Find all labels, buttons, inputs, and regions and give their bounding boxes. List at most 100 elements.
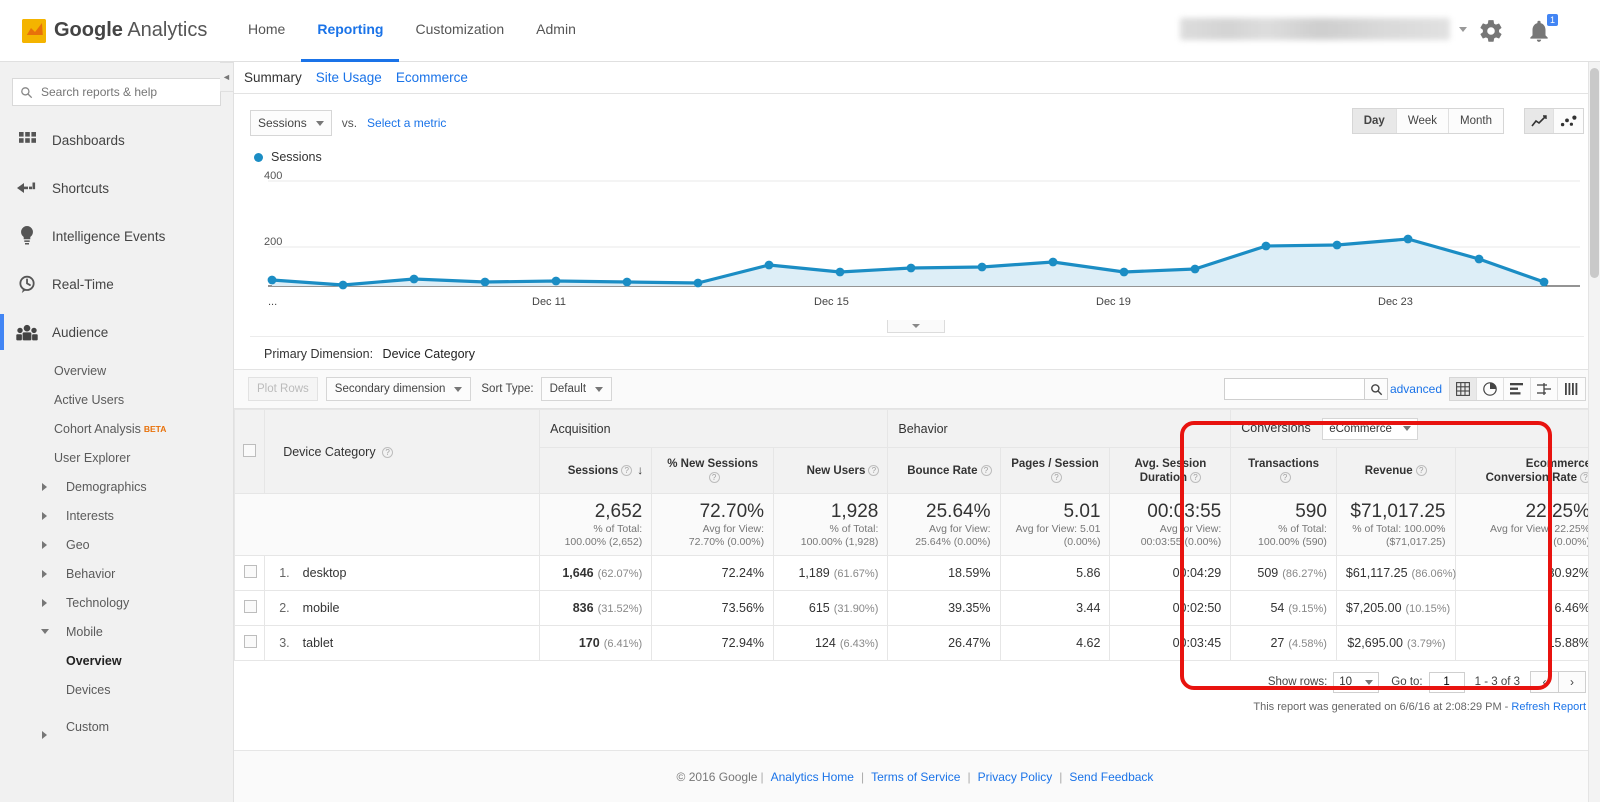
sidebar-item-interests[interactable]: Interests — [0, 501, 233, 530]
line-chart-icon[interactable] — [1525, 109, 1554, 133]
chevron-right-icon — [42, 731, 47, 739]
sidebar-item-technology[interactable]: Technology — [0, 588, 233, 617]
cell-ecommerce-rate: 6.46% — [1454, 590, 1600, 626]
row-dimension-value[interactable]: tablet — [303, 636, 334, 650]
granularity-week[interactable]: Week — [1396, 109, 1450, 133]
column-header-new-sessions[interactable]: % New Sessions? — [651, 447, 775, 494]
pivot-view-icon[interactable] — [1558, 378, 1585, 400]
topnav-customization[interactable]: Customization — [399, 0, 520, 62]
help-icon[interactable]: ? — [708, 471, 720, 483]
primary-dimension-value[interactable]: Device Category — [383, 347, 475, 361]
brand-logo[interactable]: Google Analytics — [22, 18, 214, 43]
row-dimension-value[interactable]: mobile — [303, 601, 340, 615]
column-header-pages-session[interactable]: Pages / Session? — [999, 447, 1111, 494]
sidebar-item-shortcuts[interactable]: Shortcuts — [0, 164, 233, 212]
footer-link-analytics-home[interactable]: Analytics Home — [771, 770, 854, 784]
column-header-ecommerce-conversion-rate[interactable]: Ecommerce Conversion Rate? — [1454, 447, 1600, 494]
chevron-down-icon — [454, 386, 463, 392]
help-icon[interactable]: ? — [980, 464, 992, 476]
table-row[interactable]: 1. desktop 1,646 (62.07%) 72.24% 1,189 (61… — [234, 555, 1600, 591]
gear-icon[interactable] — [1478, 18, 1504, 44]
tab-site-usage[interactable]: Site Usage — [316, 70, 382, 85]
column-header-revenue[interactable]: Revenue? — [1335, 447, 1456, 494]
column-header-transactions[interactable]: Transactions? — [1230, 447, 1337, 494]
help-icon[interactable]: ? — [1415, 464, 1427, 476]
sidebar-item-mobile-overview[interactable]: Overview — [0, 646, 233, 675]
sidebar-item-mobile-devices[interactable]: Devices — [0, 675, 233, 704]
prev-page-button[interactable]: ‹ — [1530, 671, 1558, 693]
footer-link-terms-of-service[interactable]: Terms of Service — [871, 770, 960, 784]
scatter-chart-icon[interactable] — [1554, 109, 1583, 133]
sidebar-item-dashboards[interactable]: Dashboards — [0, 116, 233, 164]
sidebar-item-real-time[interactable]: Real-Time — [0, 260, 233, 308]
row-checkbox[interactable] — [244, 565, 257, 578]
summary-cell-pages-session: 5.01 Avg for View: 5.01 (0.00%) — [999, 493, 1111, 556]
sidebar-item-overview[interactable]: Overview — [0, 356, 233, 385]
conversions-type-select[interactable]: eCommerce — [1322, 417, 1419, 440]
tab-summary[interactable]: Summary — [244, 70, 302, 85]
secondary-dimension-button[interactable]: Secondary dimension — [325, 377, 472, 401]
column-header-avg-session-duration[interactable]: Avg. Session Duration? — [1109, 447, 1232, 494]
sidebar-item-demographics[interactable]: Demographics — [0, 472, 233, 501]
help-icon[interactable]: ? — [382, 446, 394, 458]
pie-view-icon[interactable] — [1477, 378, 1504, 400]
footer-link-privacy-policy[interactable]: Privacy Policy — [978, 770, 1053, 784]
sessions-line-chart[interactable]: 400 200 ... Dec 11 Dec 15 Dec 19 Dec 23 — [250, 168, 1584, 333]
comparison-view-icon[interactable] — [1531, 378, 1558, 400]
metric-select[interactable]: Sessions — [250, 110, 332, 136]
row-checkbox[interactable] — [244, 600, 257, 613]
sidebar-item-behavior[interactable]: Behavior — [0, 559, 233, 588]
topnav-admin[interactable]: Admin — [520, 0, 592, 62]
select-a-metric-link[interactable]: Select a metric — [367, 116, 446, 130]
table-row[interactable]: 3. tablet 170 (6.41%) 72.94% 124 (6.43%) 2… — [234, 625, 1600, 661]
sidebar-item-cohort-analysis[interactable]: Cohort Analysis BETA — [0, 414, 233, 443]
tab-ecommerce[interactable]: Ecommerce — [396, 70, 468, 85]
row-checkbox[interactable] — [244, 635, 257, 648]
sidebar-item-intelligence-events[interactable]: Intelligence Events — [0, 212, 233, 260]
sidebar-item-mobile[interactable]: Mobile — [0, 617, 233, 646]
row-dimension-value[interactable]: desktop — [303, 566, 347, 580]
table-row[interactable]: 2. mobile 836 (31.52%) 73.56% 615 (31.90%)… — [234, 590, 1600, 626]
account-selector[interactable] — [1180, 18, 1450, 40]
row-dimension-cell: 1. desktop — [264, 555, 541, 591]
search-input[interactable] — [39, 84, 213, 100]
next-page-button[interactable]: › — [1558, 671, 1586, 693]
sidebar-item-audience[interactable]: Audience — [0, 308, 233, 356]
table-view-icon[interactable] — [1450, 378, 1477, 400]
plot-rows-button[interactable]: Plot Rows — [248, 377, 318, 401]
search-icon[interactable] — [1364, 378, 1388, 400]
granularity-day[interactable]: Day — [1352, 109, 1397, 133]
topnav-home[interactable]: Home — [232, 0, 301, 62]
granularity-month[interactable]: Month — [1449, 109, 1503, 133]
sidebar-item-active-users[interactable]: Active Users — [0, 385, 233, 414]
column-header-sessions[interactable]: Sessions? ↓ — [539, 447, 653, 494]
cell-sessions-pct: (31.52%) — [597, 603, 643, 615]
column-header-bounce-rate[interactable]: Bounce Rate? — [887, 447, 1001, 494]
sort-type-select[interactable]: Default — [540, 377, 613, 401]
page-scrollbar[interactable] — [1588, 62, 1600, 802]
bar-view-icon[interactable] — [1504, 378, 1531, 400]
scrollbar-thumb[interactable] — [1590, 68, 1599, 278]
table-search-input[interactable] — [1224, 378, 1364, 400]
search-reports-box[interactable] — [12, 78, 221, 106]
help-icon[interactable]: ? — [868, 464, 880, 476]
sidebar-item-geo[interactable]: Geo — [0, 530, 233, 559]
help-icon[interactable]: ? — [621, 465, 633, 477]
goto-page-input[interactable] — [1428, 671, 1465, 693]
advanced-filter-link[interactable]: advanced — [1390, 382, 1442, 396]
dimension-header-cell[interactable]: Device Category ? — [264, 409, 541, 494]
help-icon[interactable]: ? — [1050, 471, 1062, 483]
footer-link-send-feedback[interactable]: Send Feedback — [1069, 770, 1153, 784]
chart-collapse-handle[interactable] — [887, 320, 945, 333]
sidebar-item-custom[interactable]: Custom — [0, 712, 233, 741]
topnav-reporting[interactable]: Reporting — [301, 0, 400, 62]
rows-per-page-select[interactable]: 10 — [1333, 671, 1380, 693]
help-icon[interactable]: ? — [1279, 471, 1291, 483]
sidebar-item-user-explorer[interactable]: User Explorer — [0, 443, 233, 472]
sidebar-collapse-button[interactable]: ◄ — [220, 62, 234, 92]
footer-separator: | — [1059, 769, 1063, 784]
refresh-report-link[interactable]: Refresh Report — [1511, 701, 1586, 713]
help-icon[interactable]: ? — [1190, 471, 1201, 483]
select-all-checkbox[interactable] — [243, 443, 257, 457]
column-header-new-users[interactable]: New Users? — [773, 447, 889, 494]
